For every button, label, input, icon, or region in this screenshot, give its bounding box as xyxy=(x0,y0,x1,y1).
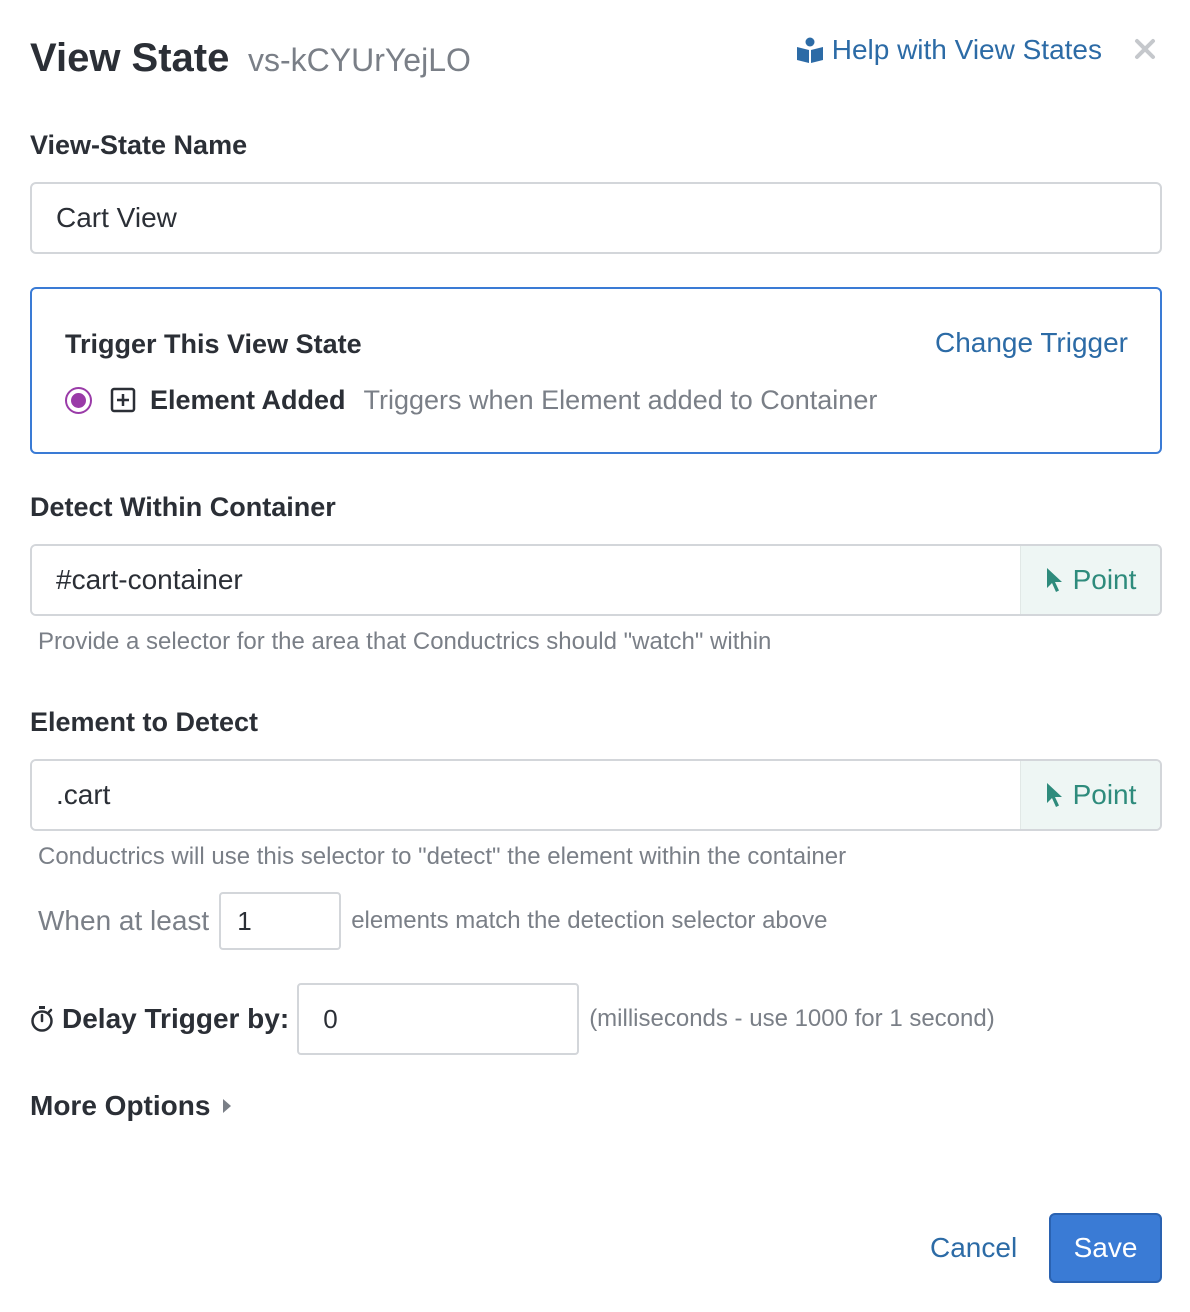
element-point-label: Point xyxy=(1072,779,1137,810)
dialog-header: View State vs-kCYUrYejLO Help with View … xyxy=(30,32,1160,92)
more-options-label: More Options xyxy=(30,1090,211,1121)
stopwatch-icon xyxy=(31,1006,53,1032)
trigger-title: Trigger This View State xyxy=(65,329,362,359)
close-button[interactable] xyxy=(1130,34,1160,64)
view-state-name-label: View-State Name xyxy=(30,130,248,160)
container-point-label: Point xyxy=(1072,564,1137,595)
cursor-icon xyxy=(1046,783,1062,807)
element-selector-group: Point xyxy=(30,759,1162,831)
plus-square-icon xyxy=(110,387,136,413)
delay-label: Delay Trigger by: xyxy=(62,1003,290,1034)
match-count-suffix: elements match the detection selector ab… xyxy=(351,907,828,934)
view-state-id: vs-kCYUrYejLO xyxy=(248,42,471,78)
help-link[interactable]: Help with View States xyxy=(796,34,1102,66)
trigger-description: Triggers when Element added to Container xyxy=(363,384,878,415)
trigger-radio[interactable] xyxy=(65,386,92,414)
trigger-option: Element Added Triggers when Element adde… xyxy=(65,385,877,415)
container-point-button[interactable]: Point xyxy=(1020,546,1160,614)
caret-right-icon xyxy=(223,1099,232,1113)
element-label: Element to Detect xyxy=(30,707,259,737)
match-count-row: When at least elements match the detecti… xyxy=(38,892,827,950)
container-help-text: Provide a selector for the area that Con… xyxy=(38,628,772,655)
trigger-panel: Trigger This View State Change Trigger E… xyxy=(30,287,1162,454)
element-selector-input[interactable] xyxy=(32,761,1020,829)
delay-hint: (milliseconds - use 1000 for 1 second) xyxy=(589,1005,995,1032)
view-state-name-input[interactable] xyxy=(30,182,1162,254)
match-count-input[interactable] xyxy=(219,892,342,950)
cancel-button[interactable]: Cancel xyxy=(930,1232,1017,1264)
more-options-toggle[interactable]: More Options xyxy=(30,1090,232,1122)
container-label: Detect Within Container xyxy=(30,492,336,522)
save-button[interactable]: Save xyxy=(1049,1213,1162,1283)
cursor-icon xyxy=(1046,568,1062,592)
book-reader-icon xyxy=(796,37,823,63)
delay-row: Delay Trigger by: (milliseconds - use 10… xyxy=(30,983,995,1055)
container-selector-group: Point xyxy=(30,544,1162,616)
close-icon xyxy=(1135,39,1155,59)
trigger-name: Element Added xyxy=(150,384,346,415)
element-help-text: Conductrics will use this selector to "d… xyxy=(38,843,847,870)
dialog-title: View State xyxy=(30,36,230,80)
delay-input[interactable] xyxy=(297,983,580,1055)
help-link-label: Help with View States xyxy=(831,34,1102,65)
element-point-button[interactable]: Point xyxy=(1020,761,1160,829)
container-selector-input[interactable] xyxy=(32,546,1020,614)
change-trigger-link[interactable]: Change Trigger xyxy=(935,327,1128,359)
match-count-prefix: When at least xyxy=(38,905,210,936)
